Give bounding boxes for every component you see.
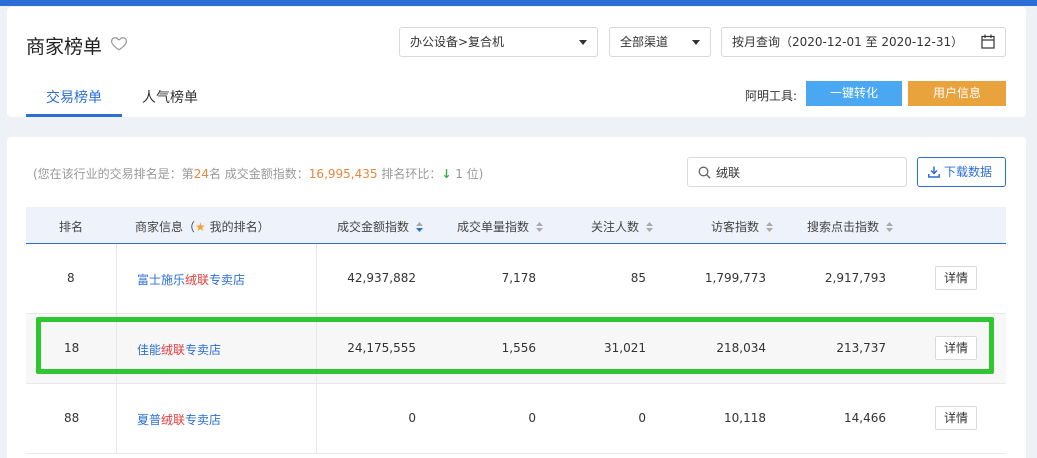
orders-index-cell: 7,178 (501, 271, 536, 285)
column-divider (116, 384, 117, 454)
ranking-summary: (您在该行业的交易排名是：第24名 成交金额指数：16,995,435 排名环比… (33, 165, 483, 182)
header-card: 商家榜单 办公设备>复合机 全部渠道 按月查询（2020-12-01 至 202… (7, 7, 1026, 117)
col-followers-label: 关注人数 (591, 220, 640, 234)
col-merchant-suffix: 我的排名） (205, 220, 270, 234)
download-data-button[interactable]: 下载数据 (917, 157, 1006, 187)
sort-icon (645, 222, 653, 232)
download-label: 下载数据 (944, 165, 993, 179)
col-rank: 排名 (59, 220, 84, 234)
column-divider (316, 384, 317, 454)
category-select-value: 办公设备>复合机 (410, 35, 505, 49)
search-clicks-cell: 14,466 (844, 411, 886, 425)
col-orders-label: 成交单量指数 (457, 220, 530, 234)
search-input[interactable] (716, 163, 896, 181)
ranking-card: (您在该行业的交易排名是：第24名 成交金额指数：16,995,435 排名环比… (7, 137, 1026, 458)
col-followers[interactable]: 关注人数 (591, 218, 653, 235)
tab-trade-ranking[interactable]: 交易榜单 (46, 87, 102, 107)
sort-icon (535, 222, 543, 232)
shop-name-part: 专卖店 (209, 273, 246, 287)
orders-index-cell: 0 (528, 411, 536, 425)
calendar-icon (981, 34, 995, 49)
followers-cell: 85 (630, 271, 646, 285)
column-divider (116, 244, 117, 314)
col-search-clicks[interactable]: 搜索点击指数 (807, 218, 893, 235)
amount-index-cell: 0 (408, 411, 416, 425)
amount-index-cell: 42,937,882 (347, 271, 416, 285)
col-amount-index[interactable]: 成交金额指数 (337, 218, 423, 235)
detail-button[interactable]: 详情 (935, 266, 977, 290)
table-row: 8 富士施乐绒联专卖店 42,937,882 7,178 85 1,799,77… (26, 244, 1006, 314)
shop-name-link[interactable]: 富士施乐绒联专卖店 (137, 271, 245, 288)
user-info-button[interactable]: 用户信息 (908, 81, 1006, 106)
shop-name-link[interactable]: 夏普绒联专卖店 (137, 411, 221, 428)
summary-ratio-value: 1 位) (451, 167, 484, 181)
tab-popularity-ranking[interactable]: 人气榜单 (142, 87, 198, 107)
shop-name-part: 夏普 (137, 413, 162, 427)
search-box[interactable] (687, 157, 907, 187)
arrow-down-icon: ↓ (441, 167, 452, 181)
highlight-annotation-box (36, 317, 994, 374)
category-select[interactable]: 办公设备>复合机 (399, 27, 598, 57)
chevron-down-icon (579, 40, 587, 45)
col-search-label: 搜索点击指数 (807, 220, 880, 234)
visitors-index-cell: 1,799,773 (704, 271, 766, 285)
table-row: 88 夏普绒联专卖店 0 0 0 10,118 14,466 详情 (26, 384, 1006, 454)
col-merchant-label: 商家信息（ (135, 220, 196, 234)
shop-name-part: 专卖店 (185, 413, 222, 427)
sort-icon (415, 222, 423, 232)
table-header: 排名 商家信息（★ 我的排名） 成交金额指数 成交单量指数 关注人数 访客指数 (26, 207, 1006, 244)
column-divider (316, 244, 317, 314)
rank-cell: 88 (64, 411, 80, 425)
col-orders-index[interactable]: 成交单量指数 (457, 218, 543, 235)
heart-icon[interactable] (110, 34, 128, 52)
top-accent-bar (0, 0, 1037, 6)
shop-keyword: 绒联 (161, 413, 186, 427)
active-tab-indicator (26, 114, 122, 117)
date-range-select[interactable]: 按月查询（2020-12-01 至 2020-12-31） (721, 27, 1006, 57)
date-range-value: 按月查询（2020-12-01 至 2020-12-31） (732, 35, 964, 49)
col-merchant: 商家信息（★ 我的排名） (135, 218, 270, 235)
col-amount-label: 成交金额指数 (337, 220, 410, 234)
sort-icon (885, 222, 893, 232)
detail-button[interactable]: 详情 (935, 406, 977, 430)
channel-select[interactable]: 全部渠道 (609, 27, 711, 57)
my-amount-index: 16,995,435 (308, 167, 378, 181)
star-icon: ★ (195, 220, 206, 234)
shop-name-part: 富士施乐 (137, 273, 186, 287)
rank-cell: 8 (67, 271, 75, 285)
summary-ratio-label: 排名环比： (377, 167, 442, 181)
col-visitors-index[interactable]: 访客指数 (711, 218, 773, 235)
my-rank: 24 (193, 167, 209, 181)
page-title: 商家榜单 (26, 36, 103, 58)
sort-icon (765, 222, 773, 232)
convert-button[interactable]: 一键转化 (806, 81, 902, 106)
search-clicks-cell: 2,917,793 (824, 271, 886, 285)
shop-keyword: 绒联 (185, 273, 210, 287)
channel-select-value: 全部渠道 (620, 35, 669, 49)
search-icon (698, 166, 711, 179)
download-icon (928, 166, 940, 178)
followers-cell: 0 (638, 411, 646, 425)
summary-prefix: (您在该行业的交易排名是：第 (33, 167, 194, 181)
summary-rank-suffix: 名 成交金额指数： (208, 167, 309, 181)
tools-label: 阿明工具: (745, 89, 798, 103)
chevron-down-icon (692, 40, 700, 45)
col-visitors-label: 访客指数 (711, 220, 760, 234)
visitors-index-cell: 10,118 (724, 411, 766, 425)
